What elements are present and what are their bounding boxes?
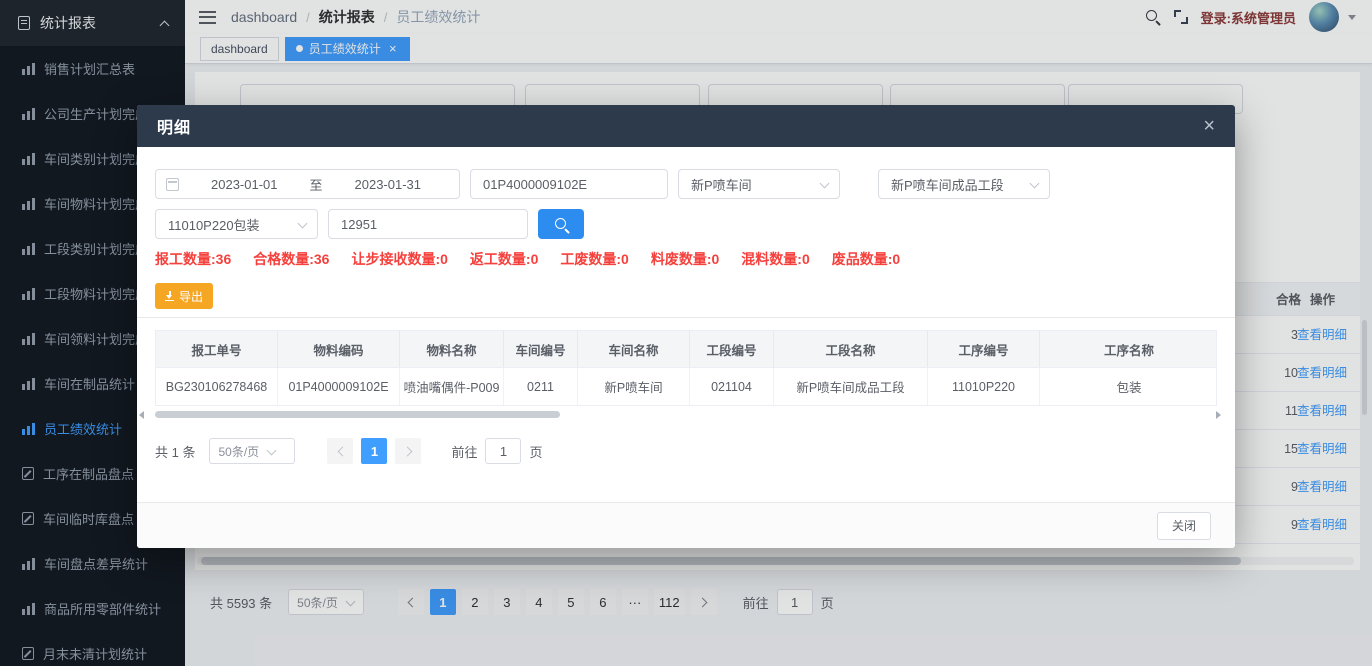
table-cell: BG230106278468 bbox=[156, 368, 278, 405]
modal-title: 明细 bbox=[157, 114, 191, 138]
modal-filter-row-2: 11010P220包装 bbox=[155, 209, 1217, 239]
detail-table-header: 报工单号 物料编码 物料名称 车间编号 车间名称 工段编号 工段名称 工序编号 bbox=[156, 331, 1216, 367]
stat-item: 料废数量:0 bbox=[651, 249, 719, 269]
scrollbar-thumb[interactable] bbox=[155, 411, 560, 418]
column-header: 物料名称 bbox=[400, 331, 504, 367]
calendar-icon bbox=[166, 178, 179, 191]
scroll-left-icon[interactable] bbox=[139, 411, 144, 419]
column-header: 工段名称 bbox=[774, 331, 928, 367]
goto-label: 前往 bbox=[451, 442, 477, 461]
modal-pagination: 共 1 条 50条/页 1 前往 页 bbox=[155, 438, 1217, 464]
report-no-input[interactable] bbox=[328, 209, 528, 239]
column-header: 工序编号 bbox=[928, 331, 1040, 367]
scroll-right-icon[interactable] bbox=[1216, 411, 1221, 419]
chevron-down-icon bbox=[820, 180, 829, 189]
detail-modal: 明细 2023-01-01 至 2023-01-31 新P喷车间 新P喷车间成品… bbox=[137, 105, 1235, 548]
search-button[interactable] bbox=[538, 209, 584, 239]
column-header: 车间名称 bbox=[578, 331, 690, 367]
chevron-left-icon bbox=[336, 447, 345, 456]
table-cell: 包装 bbox=[1040, 368, 1218, 405]
table-cell: 021104 bbox=[690, 368, 774, 405]
modal-footer: 关闭 bbox=[137, 502, 1235, 548]
material-code-input[interactable] bbox=[470, 169, 668, 199]
goto-suffix: 页 bbox=[529, 442, 542, 461]
stat-item: 工废数量:0 bbox=[560, 249, 628, 269]
export-button[interactable]: 导出 bbox=[155, 283, 213, 309]
chevron-right-icon bbox=[404, 447, 413, 456]
table-cell: 喷油嘴偶件-P009 bbox=[400, 368, 504, 405]
modal-body: 2023-01-01 至 2023-01-31 新P喷车间 新P喷车间成品工段 … bbox=[137, 147, 1235, 502]
stat-item: 混料数量:0 bbox=[741, 249, 809, 269]
date-start: 2023-01-01 bbox=[183, 177, 306, 192]
goto-page-input[interactable] bbox=[485, 438, 521, 464]
table-cell: 0211 bbox=[504, 368, 578, 405]
page-size-select[interactable]: 50条/页 bbox=[209, 438, 295, 464]
close-button[interactable]: 关闭 bbox=[1157, 512, 1211, 540]
export-label: 导出 bbox=[179, 288, 203, 305]
total-count: 共 1 条 bbox=[155, 442, 195, 461]
column-header: 报工单号 bbox=[156, 331, 278, 367]
modal-header: 明细 bbox=[137, 105, 1235, 147]
date-range-picker[interactable]: 2023-01-01 至 2023-01-31 bbox=[155, 169, 460, 199]
download-icon bbox=[165, 291, 174, 301]
modal-filter-row-1: 2023-01-01 至 2023-01-31 新P喷车间 新P喷车间成品工段 bbox=[155, 169, 1217, 199]
stats-row: 报工数量:36 合格数量:36 让步接收数量:0 返工数量:0 工废数量:0 料… bbox=[155, 249, 1217, 269]
search-icon bbox=[555, 218, 568, 231]
section-select[interactable]: 新P喷车间成品工段 bbox=[878, 169, 1050, 199]
stat-item: 合格数量:36 bbox=[253, 249, 329, 269]
chevron-down-icon bbox=[298, 220, 307, 229]
table-cell: 新P喷车间成品工段 bbox=[774, 368, 928, 405]
process-value: 11010P220包装 bbox=[168, 215, 260, 234]
divider bbox=[137, 317, 1235, 318]
date-end: 2023-01-31 bbox=[327, 177, 450, 192]
column-header: 工段编号 bbox=[690, 331, 774, 367]
detail-table: 报工单号 物料编码 物料名称 车间编号 车间名称 工段编号 工段名称 工序编号 bbox=[155, 330, 1217, 406]
workshop-select[interactable]: 新P喷车间 bbox=[678, 169, 840, 199]
column-header: 物料编码 bbox=[278, 331, 400, 367]
detail-table-row: BG230106278468 01P4000009102E 喷油嘴偶件-P009… bbox=[156, 367, 1216, 405]
date-separator: 至 bbox=[310, 175, 323, 194]
next-page-button[interactable] bbox=[395, 438, 421, 464]
close-icon[interactable] bbox=[1203, 116, 1215, 136]
table-cell: 01P4000009102E bbox=[278, 368, 400, 405]
table-cell: 11010P220 bbox=[928, 368, 1040, 405]
workshop-value: 新P喷车间 bbox=[691, 175, 752, 194]
app: 统计报表 销售计划汇总表 公司生产计划完成统计 车间类别计划完成统计 bbox=[0, 0, 1372, 666]
page-number[interactable]: 1 bbox=[361, 438, 387, 464]
table-scrollbar[interactable] bbox=[155, 408, 1217, 422]
prev-page-button[interactable] bbox=[327, 438, 353, 464]
column-header: 车间编号 bbox=[504, 331, 578, 367]
stat-item: 废品数量:0 bbox=[832, 249, 900, 269]
section-value: 新P喷车间成品工段 bbox=[891, 175, 1004, 194]
chevron-down-icon bbox=[1030, 180, 1039, 189]
stat-item: 报工数量:36 bbox=[155, 249, 231, 269]
process-select[interactable]: 11010P220包装 bbox=[155, 209, 318, 239]
column-header: 工序名称 bbox=[1040, 331, 1218, 367]
table-cell: 新P喷车间 bbox=[578, 368, 690, 405]
page-size-value: 50条/页 bbox=[218, 443, 259, 460]
stat-item: 让步接收数量:0 bbox=[351, 249, 447, 269]
chevron-down-icon bbox=[267, 447, 276, 456]
stat-item: 返工数量:0 bbox=[470, 249, 538, 269]
